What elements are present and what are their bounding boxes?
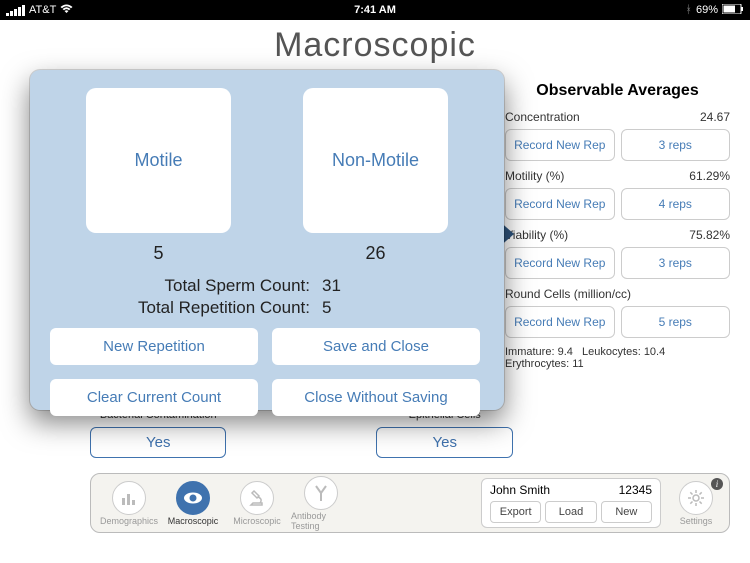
gear-icon [686,488,706,508]
yes-no-row: Bacterial Contamination Yes Epithelial C… [90,409,513,458]
reps-button[interactable]: 3 reps [621,129,731,161]
count-modal: Motile 5 Non-Motile 26 Total Sperm Count… [30,70,504,410]
total-sperm-value: 31 [322,276,341,296]
motile-count: 5 [86,243,231,264]
info-icon[interactable]: i [711,478,723,490]
wifi-icon [60,4,73,17]
tab-demographics[interactable]: Demographics [99,481,159,526]
avg-row-roundcells: Round Cells (million/cc) Record New Rep5… [505,287,730,338]
bluetooth-icon: ᚼ [685,4,692,16]
averages-title: Observable Averages [505,82,730,100]
eye-icon [183,488,203,508]
load-button[interactable]: Load [545,501,596,523]
epithelial-yes-button[interactable]: Yes [376,427,512,458]
page-title: Macroscopic [0,26,750,65]
averages-panel: Observable Averages Concentration24.67 R… [505,82,730,370]
reps-button[interactable]: 4 reps [621,188,731,220]
motile-card[interactable]: Motile [86,88,231,233]
record-rep-button[interactable]: Record New Rep [505,188,615,220]
bar-chart-icon [119,488,139,508]
record-rep-button[interactable]: Record New Rep [505,247,615,279]
tab-macroscopic[interactable]: Macroscopic [163,481,223,526]
battery-icon [722,4,744,17]
file-panel: John Smith 12345 Export Load New [481,478,661,528]
record-rep-button[interactable]: Record New Rep [505,129,615,161]
microscope-icon [247,488,267,508]
nonmotile-count: 26 [303,243,448,264]
total-rep-label: Total Repetition Count: [50,298,310,318]
nonmotile-card[interactable]: Non-Motile [303,88,448,233]
status-bar: AT&T 7:41 AM ᚼ 69% [0,0,750,20]
avg-row-viability: Viability (%)75.82% Record New Rep3 reps [505,228,730,279]
total-sperm-label: Total Sperm Count: [50,276,310,296]
export-button[interactable]: Export [490,501,541,523]
save-close-button[interactable]: Save and Close [272,328,480,365]
clear-count-button[interactable]: Clear Current Count [50,379,258,416]
reps-button[interactable]: 5 reps [621,306,731,338]
new-button[interactable]: New [601,501,652,523]
tab-antibody[interactable]: Antibody Testing [291,476,351,531]
close-without-saving-button[interactable]: Close Without Saving [272,379,480,416]
antibody-icon [311,483,331,503]
patient-id: 12345 [619,483,652,497]
carrier-label: AT&T [29,4,56,16]
status-time: 7:41 AM [354,4,396,16]
reps-button[interactable]: 3 reps [621,247,731,279]
new-repetition-button[interactable]: New Repetition [50,328,258,365]
battery-label: 69% [696,4,718,16]
patient-name: John Smith [490,483,550,497]
avg-row-motility: Motility (%)61.29% Record New Rep4 reps [505,169,730,220]
bottom-toolbar: Demographics Macroscopic Microscopic Ant… [90,473,730,533]
bacterial-yes-button[interactable]: Yes [90,427,226,458]
signal-icon [6,5,25,16]
tab-microscopic[interactable]: Microscopic [227,481,287,526]
avg-row-concentration: Concentration24.67 Record New Rep3 reps [505,110,730,161]
total-rep-value: 5 [322,298,331,318]
averages-footer: Immature: 9.4 Leukocytes: 10.4 Erythrocy… [505,346,730,370]
record-rep-button[interactable]: Record New Rep [505,306,615,338]
